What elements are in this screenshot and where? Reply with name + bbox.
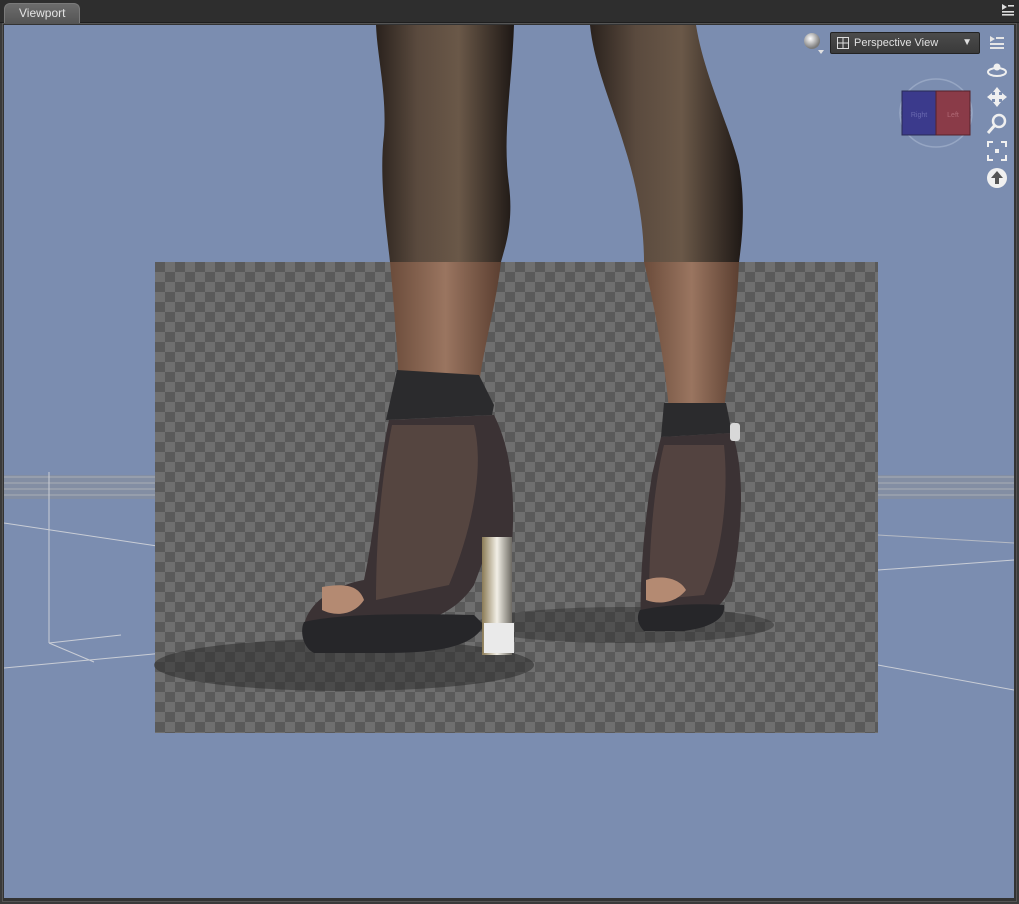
nav-cube-left-face: Left (947, 112, 959, 119)
figure-legs (154, 25, 774, 691)
sphere-shading-icon[interactable] (801, 31, 825, 55)
pan-icon[interactable] (986, 86, 1008, 108)
grid-icon (837, 37, 849, 49)
viewport-canvas[interactable]: Perspective View ▼ Right Left (4, 25, 1014, 898)
home-icon[interactable] (986, 167, 1008, 189)
nav-cube-right-face: Right (911, 112, 927, 119)
zoom-icon[interactable] (986, 113, 1008, 135)
viewport-tab[interactable]: Viewport (4, 3, 81, 23)
frame-icon[interactable] (986, 140, 1008, 162)
viewport-tab-label: Viewport (19, 6, 66, 20)
panel-tab-bar: Viewport (0, 0, 1019, 23)
chevron-down-icon: ▼ (962, 37, 972, 48)
viewport-options-icon[interactable] (986, 32, 1008, 54)
camera-view-dropdown[interactable]: Perspective View ▼ (830, 32, 980, 54)
orbit-icon[interactable] (986, 59, 1008, 81)
panel-menu-icon[interactable] (1001, 3, 1015, 17)
camera-view-label: Perspective View (854, 37, 939, 49)
navigation-cube[interactable]: Right Left (897, 77, 975, 149)
nav-cube-graphic: Right Left (899, 78, 973, 148)
